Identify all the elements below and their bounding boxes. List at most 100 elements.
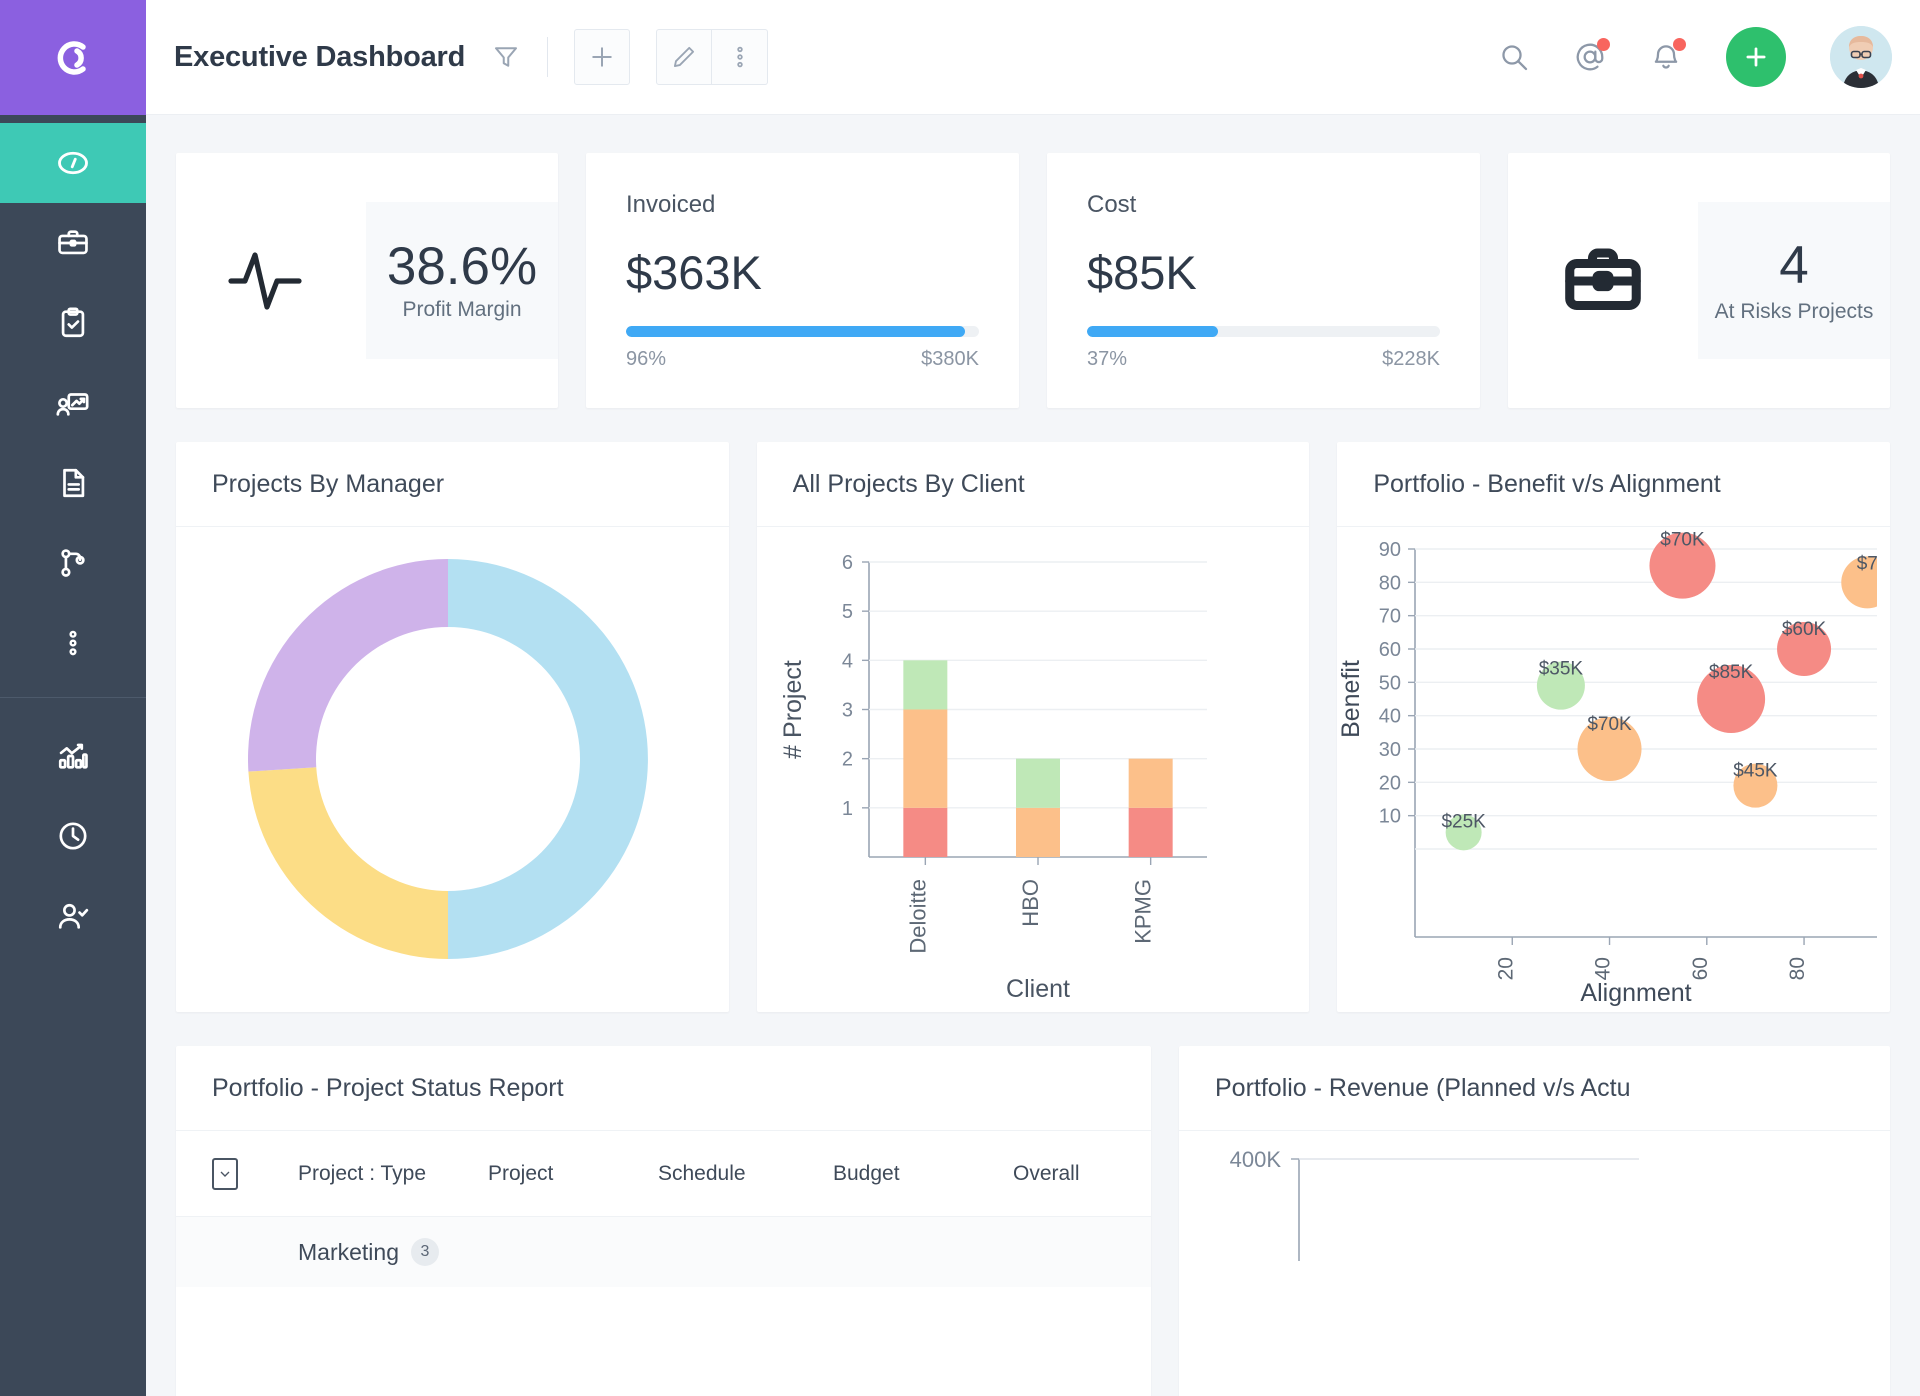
bubble-point[interactable]: $7	[1841, 553, 1878, 609]
bubble-point[interactable]: $60K	[1777, 619, 1832, 676]
bubble-point[interactable]: $45K	[1734, 761, 1779, 808]
bubble-label: $70K	[1588, 714, 1633, 735]
bell-icon[interactable]	[1650, 38, 1686, 73]
donut-slice[interactable]	[248, 559, 448, 772]
sidebar-item-timesheets[interactable]	[0, 796, 146, 876]
sidebar-item-approvals[interactable]	[0, 876, 146, 956]
bubble-point[interactable]: $70K	[1649, 530, 1716, 599]
document-icon	[50, 460, 96, 506]
top-bar: Executive Dashboard	[146, 0, 1920, 115]
at-mention-icon[interactable]	[1574, 38, 1610, 73]
bubble-point[interactable]: $35K	[1537, 659, 1586, 710]
gauge-dashboard-icon	[50, 140, 96, 186]
avatar[interactable]	[1830, 26, 1892, 88]
sidebar-item-resources[interactable]	[0, 363, 146, 443]
column-header-budget[interactable]: Budget	[833, 1162, 1013, 1186]
analytics-chart-icon	[50, 733, 96, 779]
column-header-overall[interactable]: Overall	[1013, 1162, 1080, 1186]
donut-slice[interactable]	[248, 767, 448, 959]
toolbar-divider	[547, 37, 549, 77]
bar-segment[interactable]	[903, 807, 948, 857]
sidebar-item-projects[interactable]	[0, 203, 146, 283]
bar-segment[interactable]	[1015, 807, 1060, 857]
kpi-card-at-risk[interactable]: 4 At Risks Projects	[1508, 153, 1890, 408]
sidebar-item-tasks[interactable]	[0, 283, 146, 363]
kpi-value-block: 4 At Risks Projects	[1698, 202, 1890, 359]
donut-chart[interactable]	[176, 527, 716, 1012]
top-bar-actions	[1498, 26, 1892, 88]
card-header: Portfolio - Benefit v/s Alignment	[1337, 442, 1891, 527]
revenue-line-chart[interactable]: 400K	[1179, 1131, 1779, 1261]
bubble-point[interactable]: $85K	[1697, 662, 1766, 733]
y-tick-label: 5	[842, 601, 853, 623]
kpi-row: 38.6% Profit Margin Invoiced $363K 96% $…	[146, 153, 1920, 408]
app-logo[interactable]	[0, 0, 146, 115]
briefcase-icon	[50, 220, 96, 266]
x-tick-label: 40	[1592, 957, 1615, 980]
bubble-label: $35K	[1539, 659, 1584, 680]
y-tick-label: 3	[842, 700, 853, 722]
card-benefit-vs-alignment[interactable]: Portfolio - Benefit v/s Alignment 10 20 30…	[1337, 442, 1891, 1012]
kpi-card-cost[interactable]: Cost $85K 37% $228K	[1047, 153, 1480, 408]
card-projects-by-manager[interactable]: Projects By Manager	[176, 442, 729, 1012]
bubble-point[interactable]: $70K	[1577, 714, 1642, 781]
card-title: All Projects By Client	[792, 469, 1025, 498]
card-title: Portfolio - Benefit v/s Alignment	[1373, 469, 1721, 498]
bubble-label: $70K	[1661, 530, 1706, 551]
x-tick-label: 80	[1786, 957, 1809, 980]
dashboard-more-button[interactable]	[712, 29, 769, 85]
cost-progress-fill	[1087, 325, 1218, 337]
create-button[interactable]	[1726, 27, 1786, 87]
donut-slice[interactable]	[448, 559, 648, 959]
sidebar-item-analytics[interactable]	[0, 716, 146, 796]
column-header-project-type[interactable]: Project : Type	[298, 1162, 488, 1186]
sidebar-item-dashboard[interactable]	[0, 123, 146, 203]
user-check-icon	[50, 893, 96, 939]
invoiced-progress-bar	[626, 325, 979, 337]
cost-value: $85K	[1087, 245, 1197, 299]
table-row[interactable]: Marketing 3	[176, 1217, 1151, 1287]
bar-segment[interactable]	[1128, 758, 1173, 808]
column-header-schedule[interactable]: Schedule	[658, 1162, 833, 1186]
bar-segment[interactable]	[1128, 807, 1173, 857]
bubble-scatter-chart[interactable]: 10 20 30 40 50 60 70 80 90 20 40 60 80 $25K $35K $70K $4…	[1337, 527, 1878, 1012]
bar-segment[interactable]	[903, 709, 948, 808]
sidebar-item-documents[interactable]	[0, 443, 146, 523]
stacked-bar-chart[interactable]: 1 2 3 4 5 6 Deloitte HBO KPMG Client # Project	[757, 527, 1297, 1012]
bar-segment[interactable]	[903, 660, 948, 710]
search-icon[interactable]	[1498, 41, 1530, 73]
more-vertical-icon	[50, 620, 96, 666]
y-axis-label: # Project	[779, 660, 807, 759]
card-header: Portfolio - Project Status Report	[176, 1046, 1151, 1131]
filter-icon[interactable]	[491, 42, 521, 72]
row-project-type: Marketing	[298, 1238, 399, 1265]
mentions-badge	[1597, 38, 1610, 51]
edit-dashboard-button[interactable]	[656, 29, 713, 85]
y-tick-label: 30	[1379, 739, 1401, 761]
add-widget-button[interactable]	[574, 29, 631, 85]
card-header: Projects By Manager	[176, 442, 729, 527]
column-header-project[interactable]: Project	[488, 1162, 658, 1186]
y-tick-label: 20	[1379, 772, 1401, 794]
kpi-card-invoiced[interactable]: Invoiced $363K 96% $380K	[586, 153, 1019, 408]
edit-toolbar-group	[656, 29, 769, 85]
card-revenue[interactable]: Portfolio - Revenue (Planned v/s Actu 40…	[1179, 1046, 1890, 1396]
sidebar-item-more[interactable]	[0, 603, 146, 683]
workflow-branch-icon	[50, 540, 96, 586]
select-all-checkbox[interactable]	[212, 1157, 238, 1190]
x-tick-label: HBO	[1018, 879, 1043, 927]
bar-segment[interactable]	[1015, 758, 1060, 808]
at-risk-label: At Risks Projects	[1714, 299, 1874, 323]
briefcase-icon	[1508, 239, 1698, 323]
page-title: Executive Dashboard	[174, 40, 466, 73]
card-project-status-report[interactable]: Portfolio - Project Status Report Projec…	[176, 1046, 1151, 1396]
sidebar-item-workflow[interactable]	[0, 523, 146, 603]
cost-label: Cost	[1087, 190, 1137, 218]
clipboard-check-icon	[50, 300, 96, 346]
card-all-projects-by-client[interactable]: All Projects By Client 1 2 3 4 5 6 Deloitte HBO…	[756, 442, 1310, 1012]
kpi-card-profit-margin[interactable]: 38.6% Profit Margin	[176, 153, 558, 408]
y-tick-label: 60	[1379, 639, 1401, 661]
bubble-point[interactable]: $25K	[1442, 811, 1487, 851]
invoiced-progress-labels: 96% $380K	[626, 348, 979, 371]
card-title: Portfolio - Project Status Report	[212, 1073, 564, 1102]
